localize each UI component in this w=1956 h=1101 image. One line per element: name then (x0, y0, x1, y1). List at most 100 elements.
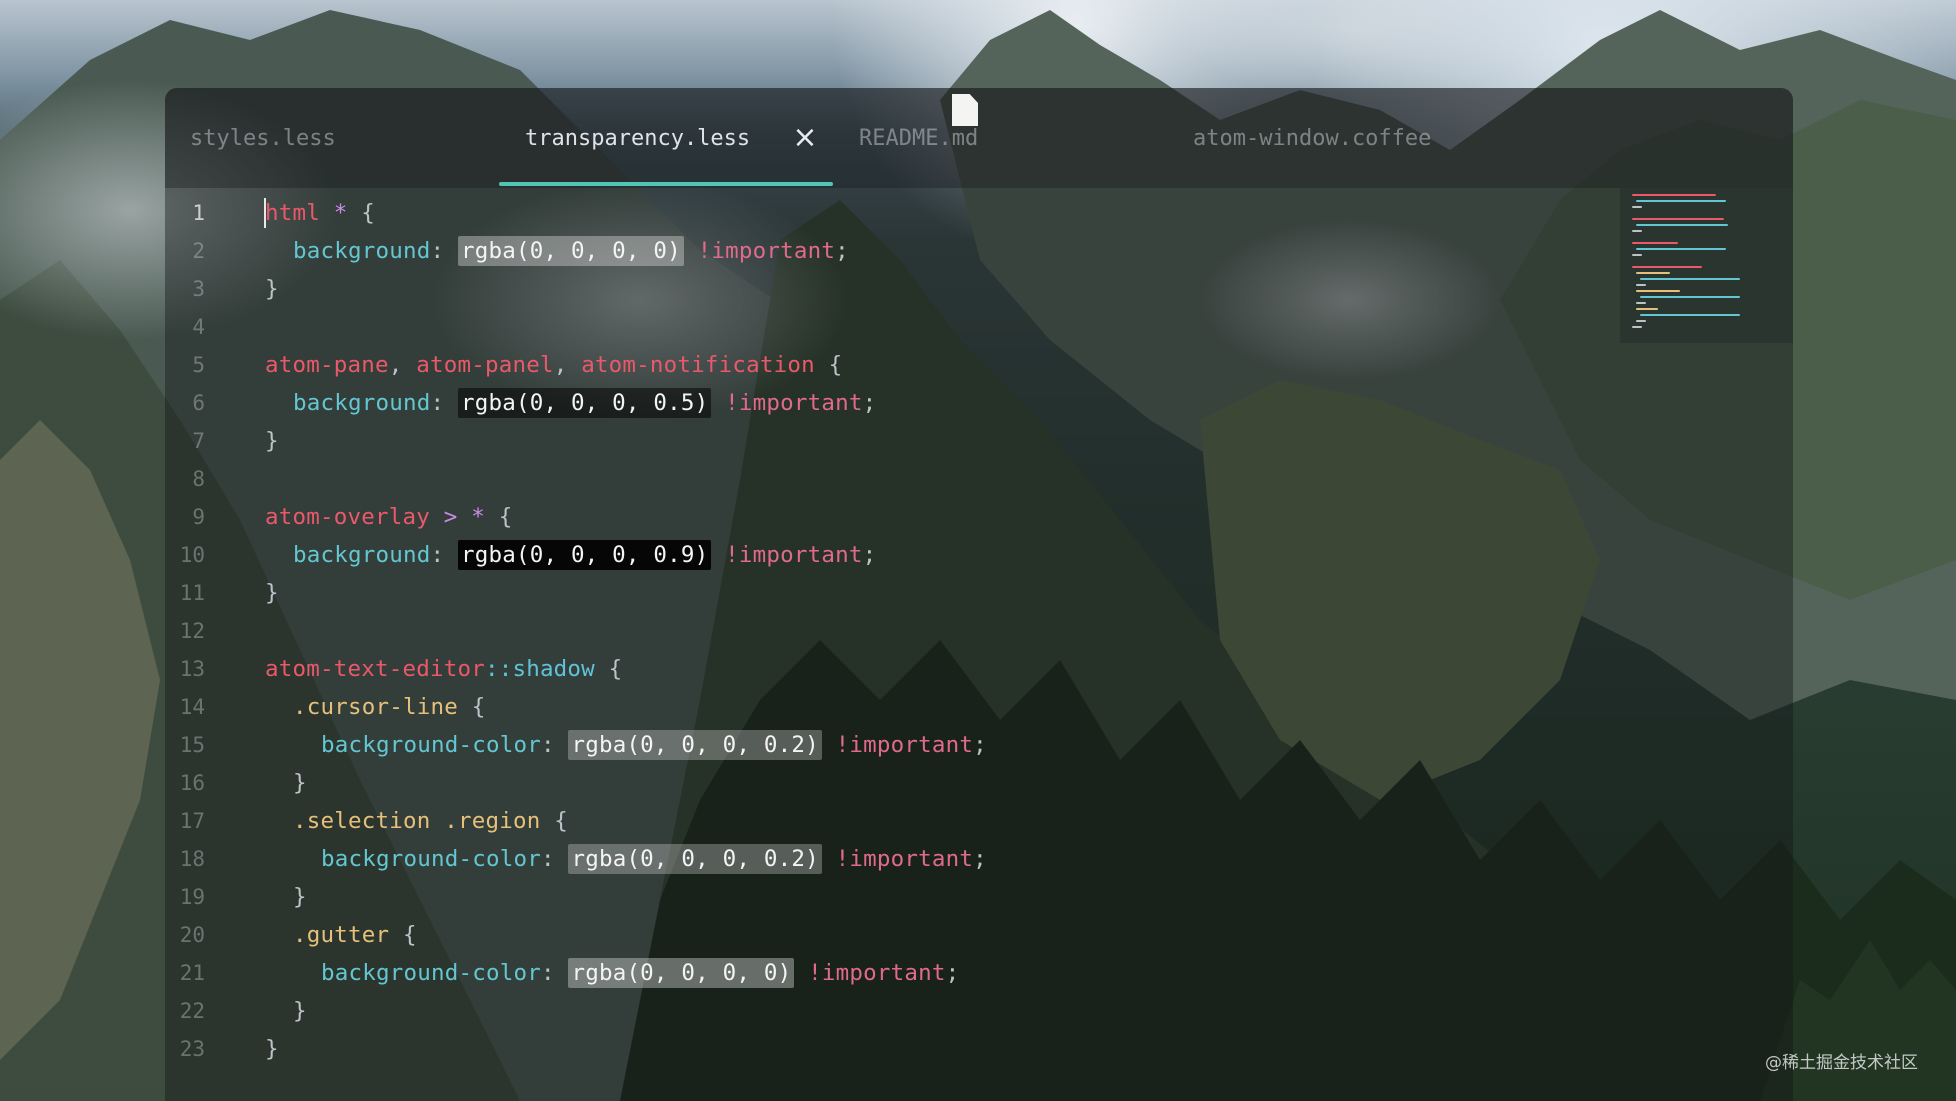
close-icon[interactable]: × (791, 123, 819, 153)
class-selector-token: .cursor-line (293, 694, 458, 720)
code-line[interactable]: 15 background-color: rgba(0, 0, 0, 0.2) … (165, 726, 1565, 764)
code-line[interactable]: 1 html * { (165, 194, 1565, 232)
important-token: !important (821, 846, 974, 872)
code-text: background-color: rgba(0, 0, 0, 0.2) !im… (321, 730, 987, 760)
minimap-line (1636, 272, 1670, 274)
code-line[interactable]: 17 .selection .region { (165, 802, 1565, 840)
colon-token: : (430, 390, 458, 416)
minimap-line (1636, 302, 1646, 304)
brace-token: { (484, 504, 513, 530)
code-line[interactable]: 6 background: rgba(0, 0, 0, 0.5) !import… (165, 384, 1565, 422)
brace-token: { (347, 200, 375, 226)
property-token: background (293, 390, 431, 416)
code-line[interactable]: 12 (165, 612, 1565, 650)
colon-token: : (430, 542, 458, 568)
code-line[interactable]: 7 } (165, 422, 1565, 460)
code-line[interactable]: 16 } (165, 764, 1565, 802)
code-line[interactable]: 14 .cursor-line { (165, 688, 1565, 726)
code-line[interactable]: 20 .gutter { (165, 916, 1565, 954)
file-icon (952, 94, 978, 126)
selector-token: html (265, 200, 320, 226)
minimap-line (1636, 248, 1726, 250)
code-line[interactable]: 2 background: rgba(0, 0, 0, 0) !importan… (165, 232, 1565, 270)
code-line[interactable]: 13 atom-text-editor::shadow { (165, 650, 1565, 688)
minimap-line (1636, 284, 1646, 286)
brace-token: } (293, 998, 307, 1024)
line-number: 12 (179, 619, 205, 643)
colon-token: : (540, 846, 569, 872)
line-number: 21 (179, 961, 205, 985)
code-text: atom-text-editor::shadow { (265, 656, 622, 682)
code-text: } (293, 884, 307, 910)
tab-transparency-less[interactable]: transparency.less (525, 88, 750, 188)
code-line[interactable]: 5 atom-pane, atom-panel, atom-notificati… (165, 346, 1565, 384)
code-text: background-color: rgba(0, 0, 0, 0) !impo… (321, 958, 959, 988)
line-number: 1 (192, 201, 205, 225)
code-text: background-color: rgba(0, 0, 0, 0.2) !im… (321, 844, 987, 874)
code-line[interactable]: 22 } (165, 992, 1565, 1030)
tab-label: README.md (859, 125, 979, 151)
property-token: background (293, 238, 431, 264)
value-token: rgba(0, 0, 0, 0.9) (457, 540, 712, 570)
code-line[interactable]: 21 background-color: rgba(0, 0, 0, 0) !i… (165, 954, 1565, 992)
selector-token: atom-panel (416, 352, 554, 378)
watermark: @稀土掘金技术社区 (1765, 1053, 1918, 1073)
code-text: } (265, 580, 279, 606)
minimap-line (1632, 218, 1724, 220)
tab-label: atom-window.coffee (1193, 125, 1432, 151)
minimap[interactable] (1620, 188, 1793, 343)
important-token: !important (711, 390, 863, 416)
code-line[interactable]: 11 } (165, 574, 1565, 612)
class-selector-token: .selection (293, 808, 431, 834)
minimap-line (1636, 200, 1726, 202)
code-line[interactable]: 4 (165, 308, 1565, 346)
selector-token: atom-overlay (265, 504, 430, 530)
colon-token: : (430, 238, 458, 264)
brace-token: } (293, 884, 307, 910)
minimap-line (1636, 290, 1680, 292)
tab-styles-less[interactable]: styles.less (190, 88, 336, 188)
brace-token: } (265, 1036, 279, 1062)
brace-token: } (265, 276, 279, 302)
line-number: 19 (179, 885, 205, 909)
code-text: html * { (265, 200, 375, 226)
line-number: 2 (192, 239, 205, 263)
tab-atom-window-coffee[interactable]: atom-window.coffee (1193, 88, 1431, 188)
line-number: 14 (179, 695, 205, 719)
tab-label: styles.less (190, 125, 336, 151)
code-text: background: rgba(0, 0, 0, 0.5) !importan… (293, 388, 876, 418)
code-line[interactable]: 23 } (165, 1030, 1565, 1068)
code-line[interactable]: 18 background-color: rgba(0, 0, 0, 0.2) … (165, 840, 1565, 878)
tab-bar: styles.less transparency.less × README.m… (165, 88, 1793, 188)
minimap-line (1636, 308, 1658, 310)
value-token: rgba(0, 0, 0, 0.5) (457, 388, 712, 418)
minimap-line (1632, 206, 1642, 208)
code-line[interactable]: 8 (165, 460, 1565, 498)
code-line[interactable]: 10 background: rgba(0, 0, 0, 0.9) !impor… (165, 536, 1565, 574)
code-line[interactable]: 19 } (165, 878, 1565, 916)
semicolon-token: ; (862, 542, 877, 568)
brace-token: } (265, 428, 279, 454)
brace-token: { (594, 656, 623, 682)
code-line[interactable]: 9 atom-overlay > * { (165, 498, 1565, 536)
combinator-token: > (429, 504, 472, 530)
brace-token: } (265, 580, 279, 606)
code-text: .cursor-line { (293, 694, 485, 720)
line-number: 17 (179, 809, 205, 833)
pseudo-element-token: ::shadow (484, 656, 595, 682)
code-line[interactable]: 3 } (165, 270, 1565, 308)
code-text: } (265, 428, 279, 454)
property-token: background-color (321, 732, 541, 758)
line-number: 7 (192, 429, 205, 453)
selector-token: atom-text-editor (265, 656, 485, 682)
line-number: 8 (192, 467, 205, 491)
selector-token: atom-notification (581, 352, 815, 378)
minimap-line (1632, 242, 1678, 244)
code-text: atom-pane, atom-panel, atom-notification… (265, 352, 842, 378)
text-editor[interactable]: 1 html * { 2 background: rgba(0, 0, 0, 0… (165, 188, 1793, 1101)
universal-selector-token: * (333, 200, 348, 226)
minimap-line (1632, 266, 1702, 268)
line-number: 16 (179, 771, 205, 795)
line-number: 13 (179, 657, 205, 681)
colon-token: : (540, 732, 569, 758)
